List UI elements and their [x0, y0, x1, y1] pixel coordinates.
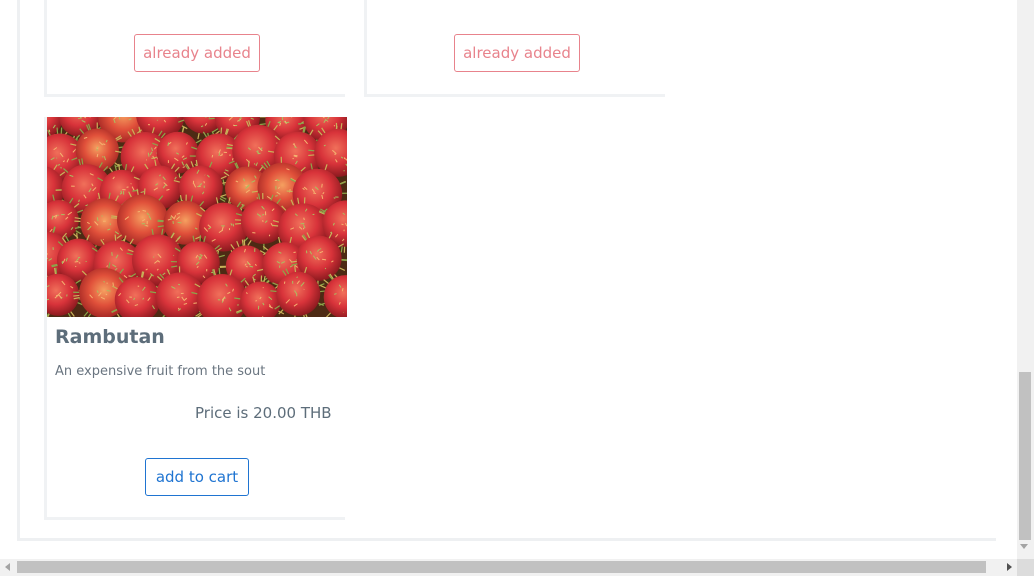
product-title: Rambutan	[55, 326, 165, 348]
already-added-button[interactable]: already added	[454, 34, 580, 72]
decorative-spike	[253, 163, 256, 165]
decorative-spike	[319, 248, 322, 250]
decorative-fruit	[276, 271, 321, 316]
decorative-spike	[313, 192, 317, 195]
decorative-spike	[211, 154, 214, 158]
decorative-spike	[74, 260, 79, 263]
decorative-spike	[177, 221, 182, 224]
product-image	[47, 117, 347, 317]
horizontal-scrollbar-thumb[interactable]	[17, 561, 986, 573]
decorative-spike	[323, 144, 326, 147]
decorative-spike	[203, 181, 205, 184]
decorative-spike	[112, 282, 114, 286]
decorative-spike	[333, 125, 336, 127]
decorative-spike	[96, 217, 99, 222]
decorative-spike	[176, 296, 180, 299]
decorative-spike	[260, 147, 263, 151]
page-viewport: already added already added Rambutan An …	[0, 0, 1017, 559]
decorative-spike	[322, 117, 325, 119]
add-to-cart-button[interactable]: add to cart	[145, 458, 249, 496]
decorative-spike	[167, 142, 170, 147]
decorative-spike	[275, 195, 278, 197]
decorative-spike	[303, 217, 305, 221]
vertical-scrollbar-thumb[interactable]	[1019, 372, 1031, 540]
decorative-spike	[96, 153, 99, 158]
decorative-spike	[296, 276, 298, 279]
product-description: An expensive fruit from the sout	[55, 364, 266, 379]
decorative-spike	[153, 256, 155, 258]
vertical-scrollbar[interactable]	[1017, 0, 1034, 559]
decorative-spike	[232, 124, 236, 127]
decorative-spike	[300, 222, 305, 225]
scrollbar-corner	[1017, 559, 1034, 576]
decorative-spike	[321, 183, 323, 188]
decorative-spike	[321, 258, 327, 261]
decorative-spike	[106, 289, 111, 292]
triangle-left-icon[interactable]	[5, 563, 10, 571]
decorative-spike	[330, 231, 333, 234]
triangle-down-icon[interactable]	[1020, 544, 1028, 549]
horizontal-scrollbar[interactable]	[0, 559, 1034, 576]
triangle-right-icon[interactable]	[1007, 563, 1012, 571]
decorative-spike	[268, 234, 271, 237]
decorative-spike	[240, 117, 243, 119]
decorative-spike	[255, 300, 257, 302]
already-added-button[interactable]: already added	[134, 34, 260, 72]
decorative-spike	[126, 186, 129, 188]
decorative-spike	[232, 223, 235, 227]
product-price: Price is 20.00 THB	[195, 404, 332, 422]
decorative-spike	[341, 223, 344, 226]
decorative-spike	[102, 143, 106, 145]
decorative-spike	[324, 267, 327, 270]
decorative-spike	[103, 280, 106, 283]
decorative-spike	[231, 157, 234, 161]
decorative-spike	[78, 262, 81, 264]
